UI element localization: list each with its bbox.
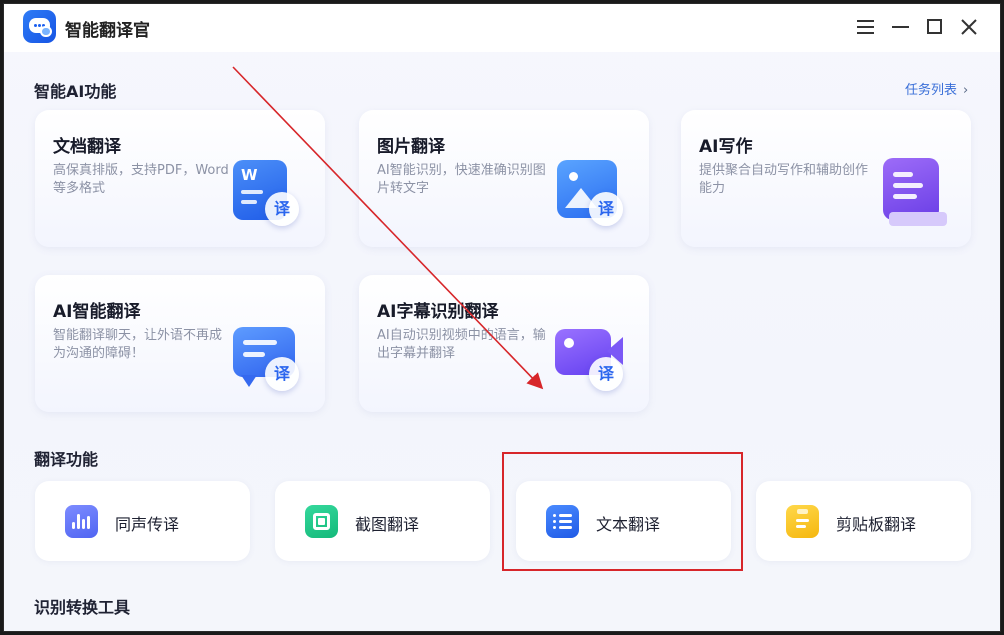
- screenshot-crop-icon: [305, 505, 338, 538]
- card-description: 提供聚合自动写作和辅助创作能力: [699, 163, 869, 196]
- close-icon[interactable]: [958, 16, 980, 38]
- card-title: AI写作: [699, 137, 753, 157]
- translate-section-title: 翻译功能: [34, 450, 99, 469]
- task-list-label: 任务列表: [905, 83, 958, 98]
- card-title: 文档翻译: [53, 137, 121, 157]
- card-ai-subtitle-translate[interactable]: AI字幕识别翻译 AI自动识别视频中的语言，输出字幕并翻译 译: [359, 275, 649, 412]
- image-translate-icon: 译: [555, 158, 635, 230]
- card-description: 高保真排版，支持PDF，Word等多格式: [53, 163, 229, 196]
- card-ai-writing[interactable]: AI写作 提供聚合自动写作和辅助创作能力: [681, 110, 971, 247]
- app-logo-icon: [23, 10, 56, 43]
- app-title: 智能翻译官: [65, 21, 150, 41]
- minimize-icon[interactable]: [890, 16, 912, 38]
- card-title: 图片翻译: [377, 137, 445, 157]
- card-document-translate[interactable]: 文档翻译 高保真排版，支持PDF，Word等多格式 W 译: [35, 110, 325, 247]
- simultaneous-interpretation-button[interactable]: 同声传译: [35, 481, 250, 561]
- card-image-translate[interactable]: 图片翻译 AI智能识别，快速准确识别图片转文字 译: [359, 110, 649, 247]
- card-title: AI智能翻译: [53, 302, 141, 322]
- clipboard-translate-button[interactable]: 剪贴板翻译: [756, 481, 971, 561]
- title-bar: 智能翻译官: [4, 4, 1000, 52]
- voice-waveform-icon: [65, 505, 98, 538]
- chat-translate-icon: 译: [231, 323, 311, 395]
- button-label: 截图翻译: [355, 515, 420, 534]
- card-ai-smart-translate[interactable]: AI智能翻译 智能翻译聊天，让外语不再成为沟通的障碍！ 译: [35, 275, 325, 412]
- tools-section-title: 识别转换工具: [34, 598, 131, 617]
- ai-section-title: 智能AI功能: [34, 82, 117, 101]
- task-list-link[interactable]: 任务列表 ›: [905, 79, 968, 98]
- annotation-highlight-box: [502, 452, 743, 571]
- maximize-icon[interactable]: [924, 16, 946, 38]
- video-subtitle-icon: 译: [555, 323, 635, 395]
- button-label: 剪贴板翻译: [836, 515, 917, 534]
- chevron-right-icon: ›: [963, 83, 969, 98]
- card-title: AI字幕识别翻译: [377, 302, 499, 322]
- button-label: 同声传译: [115, 515, 180, 534]
- word-document-translate-icon: W 译: [231, 158, 311, 230]
- screenshot-translate-button[interactable]: 截图翻译: [275, 481, 490, 561]
- card-description: 智能翻译聊天，让外语不再成为沟通的障碍！: [53, 328, 223, 361]
- clipboard-icon: [786, 505, 819, 538]
- card-description: AI智能识别，快速准确识别图片转文字: [377, 163, 546, 196]
- ai-writing-icon: [877, 158, 957, 230]
- card-description: AI自动识别视频中的语言，输出字幕并翻译: [377, 328, 546, 361]
- hamburger-menu-icon[interactable]: [855, 16, 877, 38]
